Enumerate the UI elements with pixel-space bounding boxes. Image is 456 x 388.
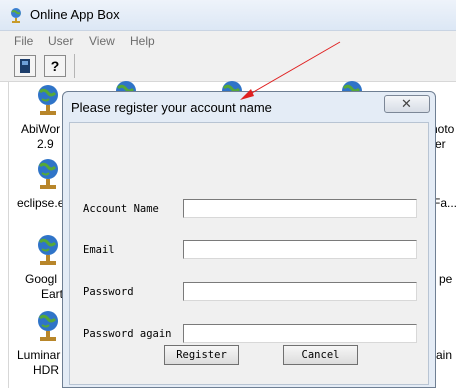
password-again-input[interactable] (183, 324, 417, 343)
window-title: Online App Box (30, 7, 120, 22)
menu-bar: File User View Help (0, 31, 456, 51)
globe-icon[interactable] (35, 84, 61, 118)
toolbar: ? (0, 51, 456, 82)
globe-icon[interactable] (35, 234, 61, 268)
help-question-icon: ? (50, 58, 60, 74)
globe-icon (11, 8, 21, 23)
book-icon (20, 59, 30, 73)
menu-user[interactable]: User (48, 34, 73, 48)
menu-view[interactable]: View (89, 34, 115, 48)
title-bar: Online App Box (0, 0, 456, 31)
toolbar-separator (74, 54, 75, 78)
close-button[interactable]: ✕ (384, 95, 430, 113)
register-button[interactable]: Register (164, 345, 239, 365)
app-label[interactable]: er (435, 137, 446, 152)
app-label[interactable]: Fa... (433, 196, 456, 211)
app-label[interactable]: 2.9 (37, 137, 54, 152)
app-label[interactable]: eclipse.e (17, 196, 64, 211)
close-icon: ✕ (401, 96, 412, 111)
book-button[interactable] (14, 55, 36, 77)
dialog-title: Please register your account name (71, 100, 272, 115)
help-button[interactable]: ? (44, 55, 66, 77)
email-label: Email (83, 244, 115, 256)
account-name-label: Account Name (83, 203, 159, 215)
password-input[interactable] (183, 282, 417, 301)
app-label[interactable]: Luminar (17, 348, 60, 363)
register-dialog: Please register your account name ✕ Acco… (62, 91, 436, 388)
dialog-body: Account Name Email Password Password aga… (69, 122, 429, 385)
password-again-label: Password again (83, 328, 172, 340)
app-label[interactable]: AbiWor (21, 122, 60, 137)
globe-icon[interactable] (35, 158, 61, 192)
email-input[interactable] (183, 240, 417, 259)
app-label[interactable]: HDR (33, 363, 59, 378)
cancel-button[interactable]: Cancel (283, 345, 358, 365)
app-label[interactable]: ain (436, 348, 452, 363)
globe-icon[interactable] (35, 310, 61, 344)
app-label[interactable]: pe (439, 272, 452, 287)
menu-help[interactable]: Help (130, 34, 155, 48)
account-name-input[interactable] (183, 199, 417, 218)
menu-file[interactable]: File (14, 34, 33, 48)
password-label: Password (83, 286, 134, 298)
app-label[interactable]: Googl (25, 272, 57, 287)
